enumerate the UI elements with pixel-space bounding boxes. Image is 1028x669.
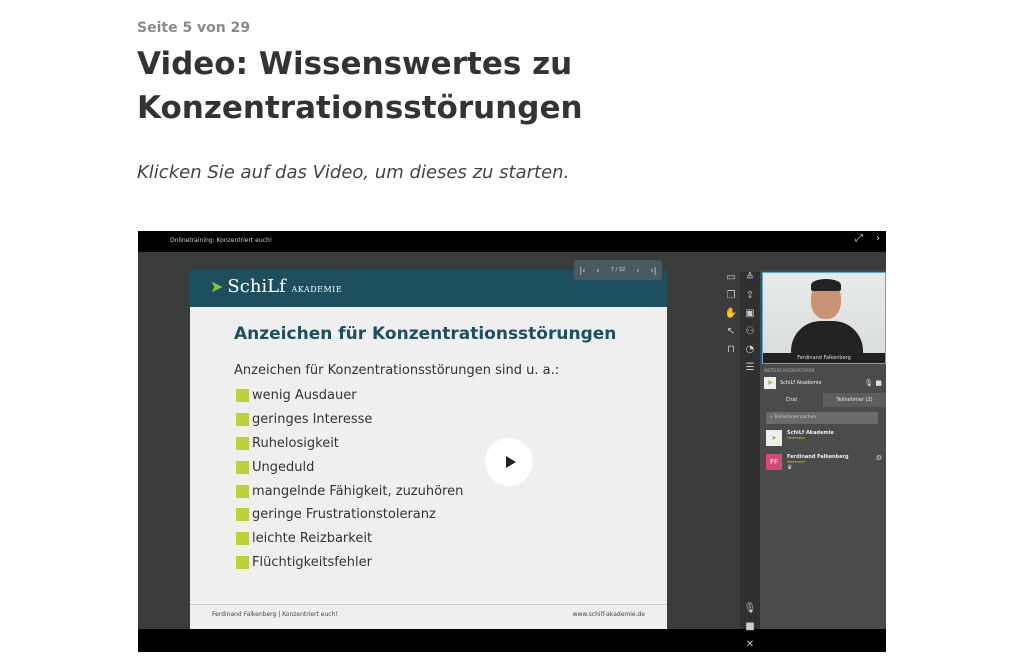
webcam-name-label: Ferdinand Falkenberg <box>763 353 885 363</box>
video-window-title: Onlinetraining: Konzentriert euch! <box>170 237 273 244</box>
lock-icon[interactable]: ⊓ <box>722 344 740 362</box>
last-page-icon[interactable]: ›| <box>651 266 657 275</box>
play-icon <box>505 456 516 468</box>
slide-footer-left: Ferdinand Falkenberg | Konzentriert euch… <box>212 611 338 618</box>
page-title: Video: Wissenswertes zu Konzentrationsst… <box>137 46 583 126</box>
list-item: Flüchtigkeitsfehler <box>236 551 463 575</box>
next-page-icon[interactable]: › <box>636 266 639 275</box>
list-item-text: leichte Reizbarkeit <box>252 531 373 547</box>
participant-info: Ferdinand Falkenberg Moderator ♛ <box>787 454 849 471</box>
list-item: leichte Reizbarkeit <box>236 527 463 551</box>
first-page-icon[interactable]: |‹ <box>580 266 586 275</box>
avatar: FF <box>766 454 782 470</box>
schilf-logo-icon: ➤ <box>766 430 782 446</box>
participant-search-input[interactable]: ⌕ Teilnehmer suchen <box>766 412 878 424</box>
list-item: Ungeduld <box>236 455 463 479</box>
bullet-square-icon <box>236 508 249 522</box>
hand-icon[interactable]: ✋ <box>722 308 740 326</box>
copy-icon[interactable]: ❐ <box>722 290 740 308</box>
video-top-controls: ⤢ › <box>845 233 880 244</box>
list-item-text: Flüchtigkeitsfehler <box>252 554 372 570</box>
camera-icon[interactable]: ■ <box>875 379 882 387</box>
options-icon[interactable]: ⚙ <box>876 454 882 462</box>
video-icon[interactable]: ▣ <box>740 308 760 326</box>
page-counter: Seite 5 von 29 <box>137 20 251 36</box>
schilf-logo-icon: ➤ <box>764 377 776 389</box>
video-player[interactable]: Onlinetraining: Konzentriert euch! ⤢ › ➤… <box>138 231 886 652</box>
camera-icon[interactable]: ■ <box>740 621 760 639</box>
list-item-text: Ruhelosigkeit <box>252 435 339 451</box>
list-item-text: Ungeduld <box>252 459 315 475</box>
panel-tabs: Chat Teilnehmer (2) <box>760 393 886 407</box>
instruction-text: Klicken Sie auf das Video, um dieses zu … <box>137 162 570 183</box>
users-icon[interactable]: ⚇ <box>740 326 760 344</box>
side-panel: Ferdinand Falkenberg WEITERE MODERATOREN… <box>760 270 886 629</box>
bullet-square-icon <box>236 413 249 427</box>
slide-heading: Anzeichen für Konzentrationsstörungen <box>234 324 617 344</box>
moderator-controls: 🎙 ■ <box>864 379 882 387</box>
participant-row[interactable]: ➤ SchiLf Akademie Moderator <box>766 430 882 448</box>
webcam-person-hair <box>811 279 841 291</box>
tab-chat[interactable]: Chat <box>760 393 823 407</box>
poll-icon[interactable]: ◔ <box>740 344 760 362</box>
presentation-slide: ➤ SchiLf AKADEMIE Anzeichen für Konzentra… <box>190 270 667 629</box>
list-item: geringes Interesse <box>236 408 463 432</box>
tool-column-right: ≙ ⇪ ▣ ⚇ ◔ ☰ 🎙 ■ ✕ <box>740 272 760 650</box>
logo-arrow-icon: ➤ <box>210 277 224 296</box>
crown-icon: ♛ <box>787 464 793 471</box>
bullet-square-icon <box>236 436 249 450</box>
list-item-text: mangelnde Fähigkeit, zuzuhören <box>252 483 464 499</box>
prev-page-icon[interactable]: ‹ <box>597 266 600 275</box>
folder-icon[interactable]: ▭ <box>722 272 740 290</box>
bullet-square-icon <box>236 532 249 546</box>
list-item-text: geringes Interesse <box>252 412 373 428</box>
logo-sub-text: AKADEMIE <box>291 285 343 294</box>
tool-column-left: ▭ ❐ ✋ ↖ ⊓ <box>722 272 740 362</box>
chevron-right-icon[interactable]: › <box>876 233 880 244</box>
slide-list: wenig Ausdauer geringes Interesse Ruhelo… <box>236 384 463 574</box>
whiteboard-icon[interactable]: ☰ <box>740 362 760 380</box>
slide-footer: Ferdinand Falkenberg | Konzentriert euch… <box>190 604 667 629</box>
list-item: Ruhelosigkeit <box>236 432 463 456</box>
upload-icon[interactable]: ⇪ <box>740 290 760 308</box>
logo-main-text: SchiLf <box>227 276 286 297</box>
bullet-square-icon <box>236 389 249 403</box>
fullscreen-icon[interactable]: ⤢ <box>855 233 863 244</box>
participant-info: SchiLf Akademie Moderator <box>787 430 834 440</box>
webcam-feed: Ferdinand Falkenberg <box>762 272 886 364</box>
pointer-icon[interactable]: ↖ <box>722 326 740 344</box>
slide-intro: Anzeichen für Konzentrationsstörungen si… <box>234 363 560 378</box>
bullet-square-icon <box>236 460 249 474</box>
moderator-name: SchiLf Akademie <box>780 380 822 386</box>
slide-navigation: |‹ ‹ 7 / 32 › ›| <box>574 260 662 280</box>
bullet-square-icon <box>236 555 249 569</box>
video-frame: ➤ SchiLf AKADEMIE Anzeichen für Konzentra… <box>138 252 886 650</box>
participant-row[interactable]: FF Ferdinand Falkenberg Moderator ♛ ⚙ <box>766 454 882 472</box>
slide-footer-right: www.schilf-akademie.de <box>572 611 645 618</box>
moderator-row: ➤ SchiLf Akademie 🎙 ■ <box>764 376 882 390</box>
moderators-section-label: WEITERE MODERATOREN <box>764 368 815 373</box>
slide-page-indicator: 7 / 32 <box>610 267 626 273</box>
list-item: geringe Frustrationstoleranz <box>236 503 463 527</box>
play-button[interactable] <box>485 438 533 486</box>
schilf-logo: ➤ SchiLf AKADEMIE <box>210 276 342 297</box>
bullet-square-icon <box>236 484 249 498</box>
tab-participants[interactable]: Teilnehmer (2) <box>823 393 886 407</box>
settings-tools-icon[interactable]: ✕ <box>740 639 760 652</box>
microphone-icon[interactable]: 🎙 <box>740 603 760 621</box>
layout-icon[interactable]: ≙ <box>740 272 760 290</box>
bottom-tools: 🎙 ■ ✕ <box>740 603 760 650</box>
list-item-text: wenig Ausdauer <box>252 388 357 404</box>
search-placeholder: Teilnehmer suchen <box>773 415 817 420</box>
list-item: mangelnde Fähigkeit, zuzuhören <box>236 479 463 503</box>
list-item: wenig Ausdauer <box>236 384 463 408</box>
list-item-text: geringe Frustrationstoleranz <box>252 507 436 523</box>
microphone-icon[interactable]: 🎙 <box>864 379 873 387</box>
participant-role: Moderator <box>787 436 806 440</box>
